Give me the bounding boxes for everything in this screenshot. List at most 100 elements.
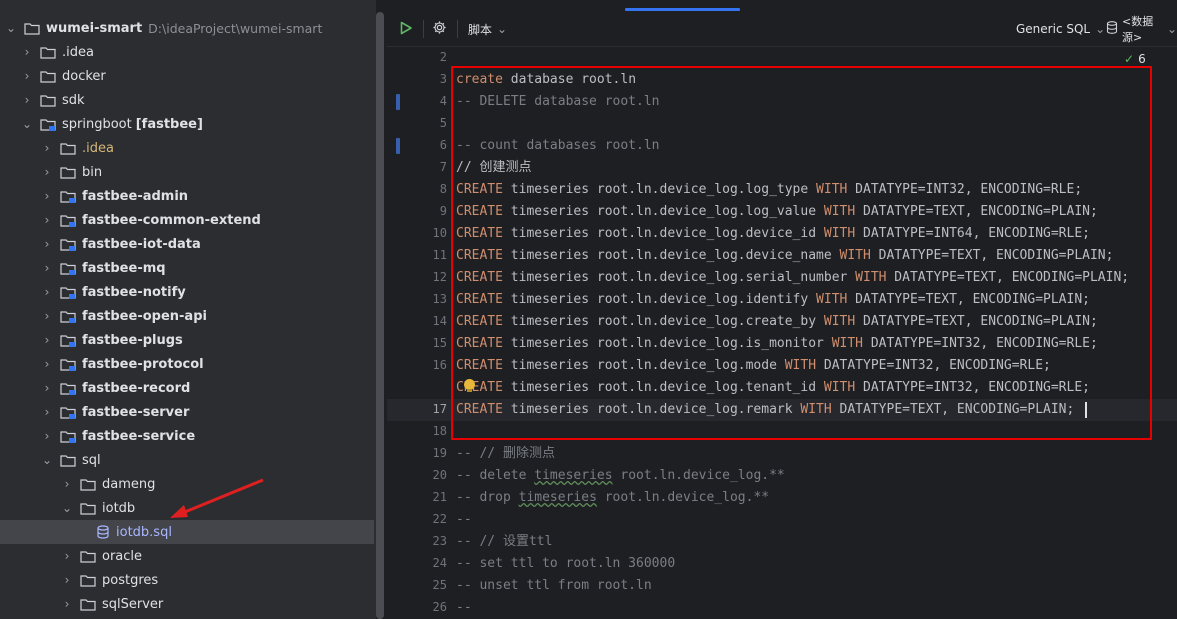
- code-text: DATATYPE=INT32, ENCODING=RLE;: [863, 336, 1098, 351]
- chevron-right-icon[interactable]: ›: [60, 477, 74, 491]
- chevron-right-icon[interactable]: ›: [40, 165, 54, 179]
- chevron-right-icon[interactable]: ›: [20, 93, 34, 107]
- chevron-right-icon[interactable]: ›: [40, 333, 54, 347]
- folder-icon: [80, 550, 96, 563]
- code-line: CREATE timeseries root.ln.device_log.cre…: [456, 311, 1098, 333]
- code-line: --: [456, 597, 472, 619]
- tree-item[interactable]: › fastbee-notify: [0, 280, 376, 304]
- code-text: timeseries root.ln.device_log.device_nam…: [502, 248, 840, 263]
- keyword: WITH: [823, 314, 856, 329]
- comment: -- DELETE database root.ln: [456, 94, 660, 109]
- folder-icon: [40, 94, 56, 107]
- tree-item[interactable]: › bin: [0, 160, 376, 184]
- chevron-down-icon: ⌄: [1095, 22, 1106, 36]
- tree-item[interactable]: › fastbee-admin: [0, 184, 376, 208]
- code-line: -- unset ttl from root.ln: [456, 575, 652, 597]
- folder-icon: [60, 454, 76, 467]
- folder-icon: [60, 166, 76, 179]
- chevron-right-icon[interactable]: ›: [40, 405, 54, 419]
- keyword: WITH: [816, 182, 848, 197]
- keyword: WITH: [839, 248, 871, 263]
- code-line: CREATE timeseries root.ln.device_log.rem…: [456, 399, 1074, 421]
- tree-scrollbar[interactable]: [376, 12, 384, 619]
- line-number: 9: [439, 204, 447, 218]
- line-number: 26: [432, 600, 447, 614]
- tree-item[interactable]: › fastbee-server: [0, 400, 376, 424]
- checkmark-icon: ✓: [1124, 52, 1135, 66]
- keyword: CREATE: [456, 292, 503, 307]
- module-folder-icon: [60, 286, 76, 299]
- tree-item-label: fastbee-iot-data: [82, 236, 201, 252]
- tree-item[interactable]: › fastbee-mq: [0, 256, 376, 280]
- chevron-down-icon[interactable]: ⌄: [4, 21, 18, 35]
- chevron-right-icon[interactable]: ›: [40, 309, 54, 323]
- tree-item[interactable]: ⌄ sql: [0, 448, 376, 472]
- tree-root[interactable]: ⌄ wumei-smart D:\ideaProject\wumei-smart: [0, 16, 376, 40]
- chevron-right-icon[interactable]: ›: [40, 237, 54, 251]
- tree-item[interactable]: › sqlServer: [0, 592, 376, 616]
- editor-toolbar: 脚本 ⌄ Generic SQL ⌄ <数据源> ⌄: [387, 12, 1177, 47]
- chevron-right-icon[interactable]: ›: [20, 69, 34, 83]
- tree-item-label: .idea: [82, 140, 114, 156]
- tree-item[interactable]: › docker: [0, 64, 376, 88]
- tree-item[interactable]: › fastbee-common-extend: [0, 208, 376, 232]
- dialect-dropdown[interactable]: Generic SQL ⌄: [1016, 12, 1105, 46]
- tree-item[interactable]: › fastbee-record: [0, 376, 376, 400]
- tree-item-label: fastbee-notify: [82, 284, 186, 300]
- tree-root-label: wumei-smart: [46, 20, 143, 36]
- line-number: 19: [432, 446, 447, 460]
- chevron-right-icon[interactable]: ›: [20, 45, 34, 59]
- chevron-down-icon[interactable]: ⌄: [40, 453, 54, 467]
- tree-item[interactable]: ⌄ springboot [fastbee]: [0, 112, 376, 136]
- tree-item[interactable]: › fastbee-plugs: [0, 328, 376, 352]
- inspection-status[interactable]: ✓ 6: [1124, 52, 1146, 66]
- code-text: DATATYPE=TEXT, ENCODING=PLAIN;: [870, 248, 1114, 263]
- code-text: DATATYPE=INT32, ENCODING=RLE;: [847, 182, 1083, 197]
- chevron-right-icon[interactable]: ›: [40, 381, 54, 395]
- keyword: CREATE: [456, 248, 503, 263]
- tree-item[interactable]: › fastbee-iot-data: [0, 232, 376, 256]
- comment: -- // 设置ttl: [456, 534, 553, 549]
- tree-item[interactable]: › fastbee-service: [0, 424, 376, 448]
- chevron-right-icon[interactable]: ›: [40, 261, 54, 275]
- red-arrow-annotation: [170, 478, 264, 518]
- tree-item[interactable]: › sdk: [0, 88, 376, 112]
- chevron-right-icon[interactable]: ›: [40, 357, 54, 371]
- run-button[interactable]: [399, 12, 413, 46]
- tree-item[interactable]: › oracle: [0, 544, 376, 568]
- keyword: CREATE: [456, 270, 503, 285]
- tree-item[interactable]: › .idea: [0, 40, 376, 64]
- code-line: create database root.ln: [456, 69, 636, 91]
- tree-item-label: fastbee-protocol: [82, 356, 204, 372]
- datasource-dropdown[interactable]: <数据源> ⌄: [1106, 12, 1177, 46]
- keyword: CREATE: [456, 402, 503, 417]
- folder-icon: [80, 478, 96, 491]
- tree-item[interactable]: › .idea: [0, 136, 376, 160]
- chevron-right-icon[interactable]: ›: [40, 141, 54, 155]
- chevron-right-icon[interactable]: ›: [40, 213, 54, 227]
- line-number: 20: [432, 468, 447, 482]
- chevron-down-icon[interactable]: ⌄: [20, 117, 34, 131]
- tree-item[interactable]: › fastbee-open-api: [0, 304, 376, 328]
- keyword: WITH: [855, 270, 887, 285]
- line-number: 23: [432, 534, 447, 548]
- code-text: DATATYPE=TEXT, ENCODING=PLAIN;: [855, 204, 1098, 219]
- chevron-right-icon[interactable]: ›: [60, 573, 74, 587]
- tree-item[interactable]: › fastbee-protocol: [0, 352, 376, 376]
- script-dropdown[interactable]: 脚本 ⌄: [468, 12, 507, 46]
- chevron-down-icon[interactable]: ⌄: [60, 501, 74, 515]
- code-text: timeseries root.ln.device_log.create_by: [502, 314, 824, 329]
- code-line: -- delete timeseries root.ln.device_log.…: [456, 465, 785, 487]
- settings-button[interactable]: [432, 12, 447, 46]
- chevron-right-icon[interactable]: ›: [60, 597, 74, 611]
- code-text: DATATYPE=INT64, ENCODING=RLE;: [855, 226, 1090, 241]
- chevron-right-icon[interactable]: ›: [60, 549, 74, 563]
- tree-item-label: fastbee-common-extend: [82, 212, 261, 228]
- chevron-right-icon[interactable]: ›: [40, 189, 54, 203]
- tree-item[interactable]: › postgres: [0, 568, 376, 592]
- chevron-right-icon[interactable]: ›: [40, 429, 54, 443]
- change-marker: [396, 94, 400, 110]
- code-line: CREATE timeseries root.ln.device_log.log…: [456, 179, 1082, 201]
- comment-typo: timeseries: [518, 490, 597, 505]
- chevron-right-icon[interactable]: ›: [40, 285, 54, 299]
